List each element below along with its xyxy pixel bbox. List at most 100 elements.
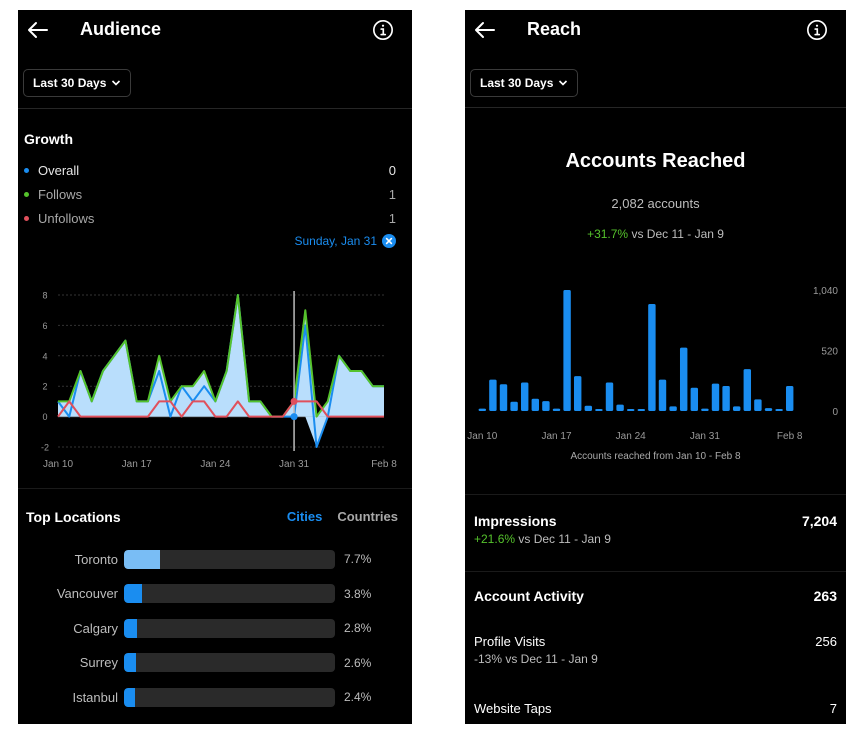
change-percent: +31.7% xyxy=(587,227,629,241)
reach-chart[interactable]: 0 520 1,040 Jan 10 Jan 17 Jan 24 Jan 31 Feb 8 xyxy=(465,275,846,475)
divider xyxy=(465,107,846,108)
arrow-left-icon[interactable] xyxy=(26,18,50,42)
account-activity-row: Account Activity 263 xyxy=(474,588,837,604)
impressions-row[interactable]: Impressions 7,204 xyxy=(474,513,837,529)
legend-item-unfollows: Unfollows 1 xyxy=(24,209,396,227)
legend-label: Follows xyxy=(38,186,83,202)
bar xyxy=(499,384,508,411)
location-bar-track xyxy=(124,653,335,672)
reach-header: Reach xyxy=(465,10,846,50)
website-taps-label: Website Taps xyxy=(474,701,552,716)
location-tabs: Cities Countries xyxy=(287,509,398,524)
location-row: Istanbul 2.4% xyxy=(18,687,412,707)
bar xyxy=(648,303,656,411)
accounts-reached-title: Accounts Reached xyxy=(565,150,746,172)
change-period: vs Dec 11 - Jan 9 xyxy=(628,227,724,241)
close-circle-icon[interactable] xyxy=(382,234,396,248)
location-name: Toronto xyxy=(74,551,118,567)
bar xyxy=(552,408,561,411)
legend-value: 1 xyxy=(388,186,396,202)
bar xyxy=(690,387,699,411)
location-bar-fill xyxy=(124,687,136,707)
location-percent: 2.8% xyxy=(344,621,372,635)
audience-header: Audience xyxy=(18,10,412,50)
growth-title: Growth xyxy=(24,131,73,147)
tab-cities[interactable]: Cities xyxy=(287,509,322,524)
website-taps-value: 7 xyxy=(829,701,837,716)
location-name: Istanbul xyxy=(72,689,118,705)
bar xyxy=(711,383,720,411)
x-tick-label: Jan 17 xyxy=(541,431,571,442)
account-activity-value: 263 xyxy=(813,588,837,604)
bar xyxy=(669,406,677,411)
legend-dot xyxy=(24,191,29,197)
impressions-label: Impressions xyxy=(474,513,557,529)
bar xyxy=(626,409,635,411)
location-row: Toronto 7.7% xyxy=(18,549,412,569)
location-row: Calgary 2.8% xyxy=(18,618,412,638)
profile-visits-row[interactable]: Profile Visits 256 xyxy=(474,634,837,649)
account-activity-label: Account Activity xyxy=(474,588,584,604)
location-bar-fill xyxy=(124,549,160,569)
arrow-left-icon[interactable] xyxy=(473,18,497,42)
info-circle-icon[interactable] xyxy=(806,19,828,41)
bar xyxy=(520,382,529,411)
location-bar-fill xyxy=(124,618,137,638)
highlight-point-overall xyxy=(290,413,298,421)
bar xyxy=(701,408,709,411)
divider xyxy=(465,571,846,572)
growth-chart[interactable]: -2 0 2 4 6 8 Jan 10 Jan 17 Jan 24 Jan 31 Feb 8 xyxy=(18,275,412,475)
highlight-point-unfollows xyxy=(290,397,298,405)
location-percent: 2.6% xyxy=(344,655,372,670)
location-name: Surrey xyxy=(79,655,118,670)
legend-dot xyxy=(24,215,29,221)
location-bar-track xyxy=(124,584,335,603)
info-circle-icon[interactable] xyxy=(372,19,394,41)
location-percent: 7.7% xyxy=(344,552,372,566)
divider xyxy=(18,108,412,109)
selected-date-label: Sunday, Jan 31 xyxy=(294,234,377,248)
location-name: Vancouver xyxy=(56,586,118,601)
profile-visits-value: 256 xyxy=(815,634,837,649)
y-tick-label: 520 xyxy=(821,347,838,358)
x-tick-label: Jan 24 xyxy=(200,459,230,470)
x-tick-label: Jan 10 xyxy=(467,431,497,442)
profile-visits-change: -13% vs Dec 11 - Jan 9 xyxy=(474,652,598,666)
bar xyxy=(531,398,540,411)
location-percent: 3.8% xyxy=(344,586,372,601)
location-bar-track xyxy=(124,549,335,569)
date-range-dropdown[interactable]: Last 30 Days xyxy=(470,69,579,97)
legend-dot xyxy=(24,167,29,173)
bar xyxy=(573,376,582,411)
bar xyxy=(679,347,688,411)
y-tick-label: 0 xyxy=(832,407,838,418)
bar xyxy=(584,405,593,411)
divider xyxy=(18,488,412,489)
y-tick-label: 8 xyxy=(42,291,47,301)
website-taps-row[interactable]: Website Taps 7 xyxy=(474,701,837,716)
bar xyxy=(605,382,614,411)
tab-countries[interactable]: Countries xyxy=(337,509,398,524)
y-tick-label: -2 xyxy=(41,443,49,453)
audience-panel: Audience Last 30 Days Growth Overall 0 F… xyxy=(18,10,412,724)
x-tick-label: Jan 31 xyxy=(690,431,720,442)
chart-caption: Accounts reached from Jan 10 - Feb 8 xyxy=(570,451,741,462)
location-bar-track xyxy=(124,687,335,707)
bar xyxy=(785,385,794,411)
y-tick-label: 0 xyxy=(42,412,47,422)
bar xyxy=(764,408,773,411)
selected-date: Sunday, Jan 31 xyxy=(294,234,396,248)
change-percent: +21.6% xyxy=(474,532,516,546)
accounts-change: +31.7% vs Dec 11 - Jan 9 xyxy=(465,227,846,241)
date-range-label: Last 30 Days xyxy=(33,76,107,90)
legend-label: Unfollows xyxy=(38,210,95,226)
x-tick-label: Jan 17 xyxy=(122,459,152,470)
x-tick-label: Jan 24 xyxy=(616,431,646,442)
y-tick-label: 4 xyxy=(42,351,47,361)
bar xyxy=(563,290,571,411)
legend-value: 0 xyxy=(388,162,396,178)
date-range-dropdown[interactable]: Last 30 Days xyxy=(23,69,132,97)
location-bar-track xyxy=(124,618,335,638)
y-tick-label: 2 xyxy=(42,382,47,392)
x-tick-label: Feb 8 xyxy=(371,459,397,470)
